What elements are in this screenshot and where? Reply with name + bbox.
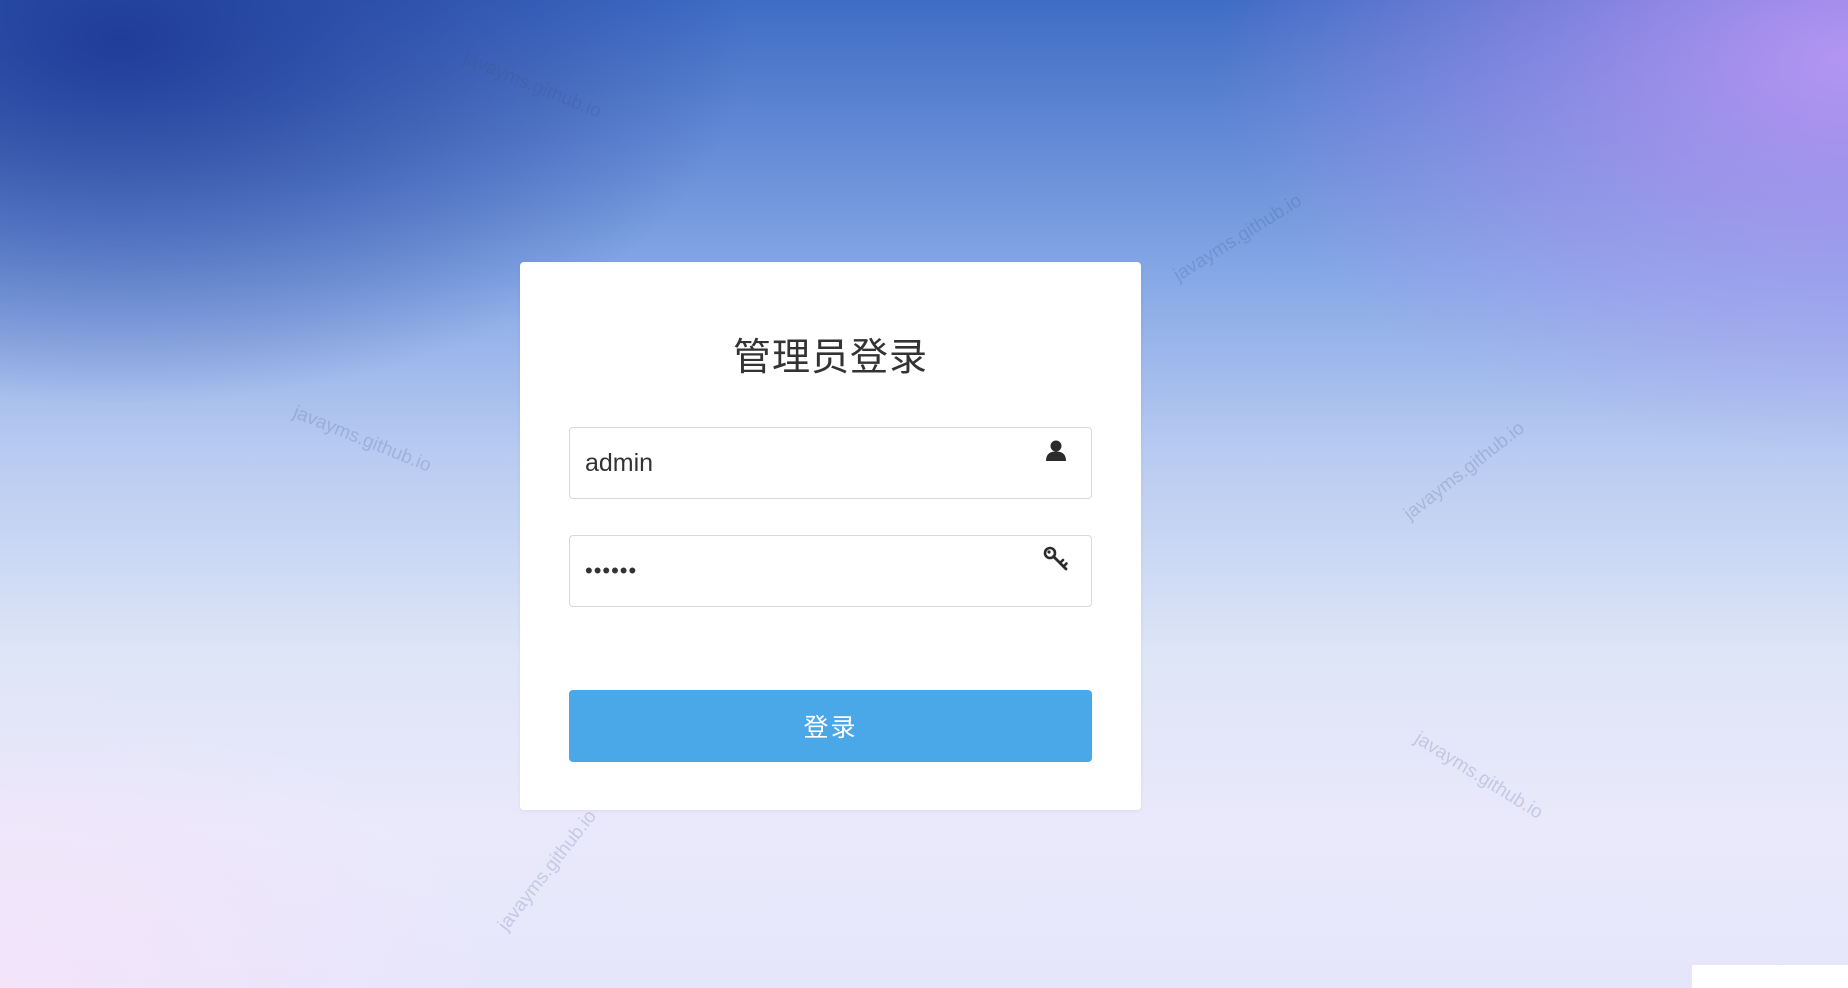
watermark-text: javayms.github.io <box>494 806 601 935</box>
username-field[interactable] <box>569 427 1092 499</box>
corner-bar <box>1692 965 1848 988</box>
watermark-text: javayms.github.io <box>290 402 435 477</box>
key-icon <box>1043 546 1069 572</box>
page-title: 管理员登录 <box>732 335 928 379</box>
password-field[interactable] <box>569 535 1092 607</box>
login-card: 管理员登录 登录 <box>520 262 1141 810</box>
watermark-text: javayms.github.io <box>460 48 605 123</box>
watermark-text: javayms.github.io <box>1400 417 1529 525</box>
login-button[interactable]: 登录 <box>569 690 1092 762</box>
password-input[interactable] <box>570 536 1091 606</box>
watermark-text: javayms.github.io <box>1410 728 1547 824</box>
username-input[interactable] <box>570 428 1091 498</box>
user-icon <box>1043 438 1069 464</box>
watermark-text: javayms.github.io <box>1170 190 1306 286</box>
